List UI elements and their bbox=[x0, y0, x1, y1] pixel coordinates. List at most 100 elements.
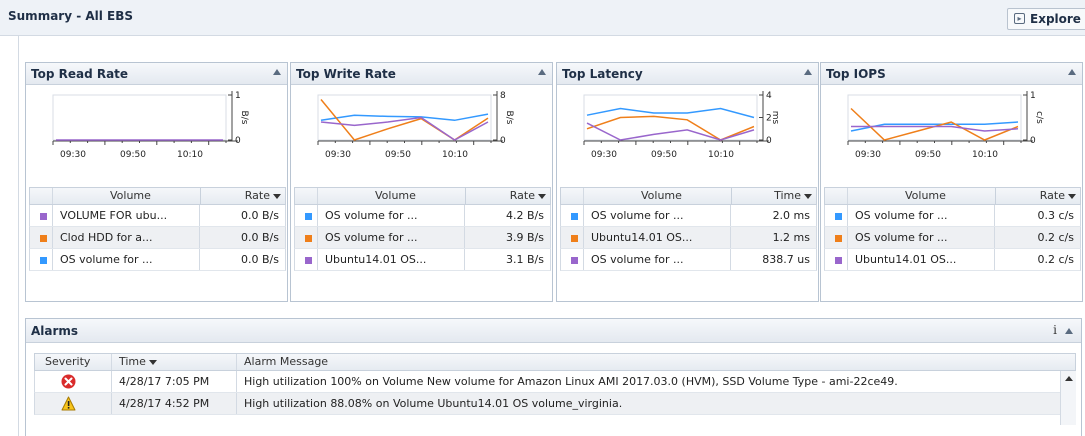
column-divider bbox=[52, 205, 53, 226]
legend-swatch-purple bbox=[305, 257, 312, 264]
collapse-icon[interactable] bbox=[804, 69, 812, 75]
y-unit-label: c/s bbox=[1034, 111, 1044, 124]
metric-value: 3.9 B/s bbox=[506, 231, 544, 244]
collapse-icon[interactable] bbox=[1068, 69, 1076, 75]
page-title: Summary - All EBS bbox=[8, 9, 134, 23]
column-divider bbox=[847, 188, 848, 204]
explore-icon: ▸ bbox=[1014, 13, 1025, 24]
x-tick-label: 09:30 bbox=[591, 150, 617, 160]
column-divider bbox=[317, 227, 318, 248]
volume-name: Ubuntu14.01 OS... bbox=[855, 253, 957, 266]
collapse-icon[interactable] bbox=[273, 69, 281, 75]
y-unit-label: ms bbox=[770, 111, 780, 125]
table-row[interactable]: Ubuntu14.01 OS... 1.2 ms bbox=[560, 227, 817, 249]
volume-name: Clod HDD for a... bbox=[60, 231, 153, 244]
legend-swatch-orange bbox=[571, 235, 578, 242]
panel-header: Top Write Rate bbox=[291, 63, 552, 85]
alarm-table: Severity Time Alarm Message 4/28/17 7:05… bbox=[34, 353, 1076, 425]
volume-name: Ubuntu14.01 OS... bbox=[591, 231, 693, 244]
column-divider bbox=[847, 227, 848, 248]
column-header-volume[interactable]: Volume bbox=[375, 188, 416, 204]
warning-icon bbox=[61, 396, 76, 411]
column-divider bbox=[317, 249, 318, 270]
column-header-volume[interactable]: Volume bbox=[641, 188, 682, 204]
column-divider bbox=[994, 249, 995, 270]
legend-swatch-purple bbox=[571, 257, 578, 264]
table-row[interactable]: OS volume for ... 0.0 B/s bbox=[29, 249, 286, 271]
panel-title: Top Write Rate bbox=[296, 67, 396, 81]
y-tick-label: 1 bbox=[235, 91, 241, 101]
column-divider bbox=[52, 249, 53, 270]
alarm-rows: 4/28/17 7:05 PM High utilization 100% on … bbox=[34, 371, 1076, 415]
table-row[interactable]: OS volume for ... 0.3 c/s bbox=[824, 205, 1081, 227]
alarm-row[interactable]: 4/28/17 7:05 PM High utilization 100% on … bbox=[34, 371, 1076, 393]
alarm-row[interactable]: 4/28/17 4:52 PM High utilization 88.08% o… bbox=[34, 393, 1076, 415]
x-tick-label: 09:50 bbox=[915, 150, 941, 160]
column-divider bbox=[583, 205, 584, 226]
panel-title: Top IOPS bbox=[826, 67, 886, 81]
chart-area: 09:30 09:50 10:10 4 2 0 ms bbox=[557, 85, 818, 187]
column-header-value[interactable]: Time bbox=[731, 188, 818, 204]
metric-value: 0.3 c/s bbox=[1037, 209, 1074, 222]
column-header-value-label: Rate bbox=[1039, 189, 1065, 202]
metric-value: 0.0 B/s bbox=[241, 253, 279, 266]
volume-table: Volume Rate VOLUME FOR ubu... 0.0 B/s Clod H… bbox=[29, 187, 286, 271]
column-divider bbox=[236, 354, 237, 370]
legend-swatch-blue bbox=[40, 257, 47, 264]
column-header-message[interactable]: Alarm Message bbox=[244, 354, 328, 370]
collapse-icon[interactable] bbox=[538, 69, 546, 75]
column-divider bbox=[583, 188, 584, 204]
sort-desc-icon bbox=[804, 193, 812, 199]
legend-swatch-blue bbox=[835, 213, 842, 220]
panel-header: Top IOPS bbox=[821, 63, 1082, 85]
panel-title: Top Read Rate bbox=[31, 67, 129, 81]
column-header-value[interactable]: Rate bbox=[200, 188, 287, 204]
table-row[interactable]: OS volume for ... 4.2 B/s bbox=[294, 205, 551, 227]
alarm-time: 4/28/17 7:05 PM bbox=[119, 375, 210, 388]
table-row[interactable]: Ubuntu14.01 OS... 3.1 B/s bbox=[294, 249, 551, 271]
panel-header: Top Latency bbox=[557, 63, 818, 85]
legend-swatch-purple bbox=[40, 213, 47, 220]
column-header-volume[interactable]: Volume bbox=[110, 188, 151, 204]
column-divider bbox=[730, 249, 731, 270]
panel-top-latency: Top Latency 09:30 09:50 10:10 4 2 0 ms Volume Tim… bbox=[556, 62, 819, 302]
table-row[interactable]: VOLUME FOR ubu... 0.0 B/s bbox=[29, 205, 286, 227]
column-header-severity[interactable]: Severity bbox=[45, 354, 90, 370]
plot-area bbox=[847, 94, 1022, 141]
column-header-value[interactable]: Rate bbox=[465, 188, 552, 204]
info-icon[interactable]: i bbox=[1053, 323, 1057, 337]
metric-value: 1.2 ms bbox=[772, 231, 810, 244]
table-row[interactable]: OS volume for ... 0.2 c/s bbox=[824, 227, 1081, 249]
legend-swatch-orange bbox=[835, 235, 842, 242]
panel-header: Top Read Rate bbox=[26, 63, 287, 85]
column-divider bbox=[236, 371, 237, 392]
sort-desc-icon bbox=[538, 193, 546, 199]
column-header-value-label: Time bbox=[774, 189, 801, 202]
table-row[interactable]: OS volume for ... 3.9 B/s bbox=[294, 227, 551, 249]
chart-area: 09:30 09:50 10:10 1 0 c/s bbox=[821, 85, 1082, 187]
alarm-message: High utilization 88.08% on Volume Ubuntu… bbox=[244, 397, 623, 410]
volume-name: Ubuntu14.01 OS... bbox=[325, 253, 427, 266]
table-row[interactable]: OS volume for ... 2.0 ms bbox=[560, 205, 817, 227]
table-row[interactable]: Ubuntu14.01 OS... 0.2 c/s bbox=[824, 249, 1081, 271]
column-header-value[interactable]: Rate bbox=[995, 188, 1082, 204]
scroll-up-icon[interactable] bbox=[1065, 376, 1073, 381]
table-row[interactable]: Clod HDD for a... 0.0 B/s bbox=[29, 227, 286, 249]
explore-button[interactable]: ▸ Explore bbox=[1007, 8, 1085, 30]
column-header-time[interactable]: Time bbox=[119, 354, 157, 370]
collapse-icon[interactable] bbox=[1065, 328, 1073, 334]
x-tick-label: 10:10 bbox=[177, 150, 203, 160]
x-tick-label: 09:50 bbox=[651, 150, 677, 160]
legend-swatch-orange bbox=[305, 235, 312, 242]
sort-desc-icon bbox=[148, 359, 157, 365]
metric-value: 2.0 ms bbox=[772, 209, 810, 222]
alarm-scrollbar[interactable] bbox=[1060, 371, 1076, 425]
y-tick-label: 0 bbox=[500, 136, 506, 146]
plot-area bbox=[52, 94, 227, 141]
alarms-header: Alarms i bbox=[26, 319, 1081, 343]
alarms-title: Alarms bbox=[31, 324, 79, 338]
legend-swatch-blue bbox=[571, 213, 578, 220]
table-row[interactable]: OS volume for ... 838.7 us bbox=[560, 249, 817, 271]
column-header-volume[interactable]: Volume bbox=[905, 188, 946, 204]
chart-area: 09:30 09:50 10:10 1 0 B/s bbox=[26, 85, 287, 187]
